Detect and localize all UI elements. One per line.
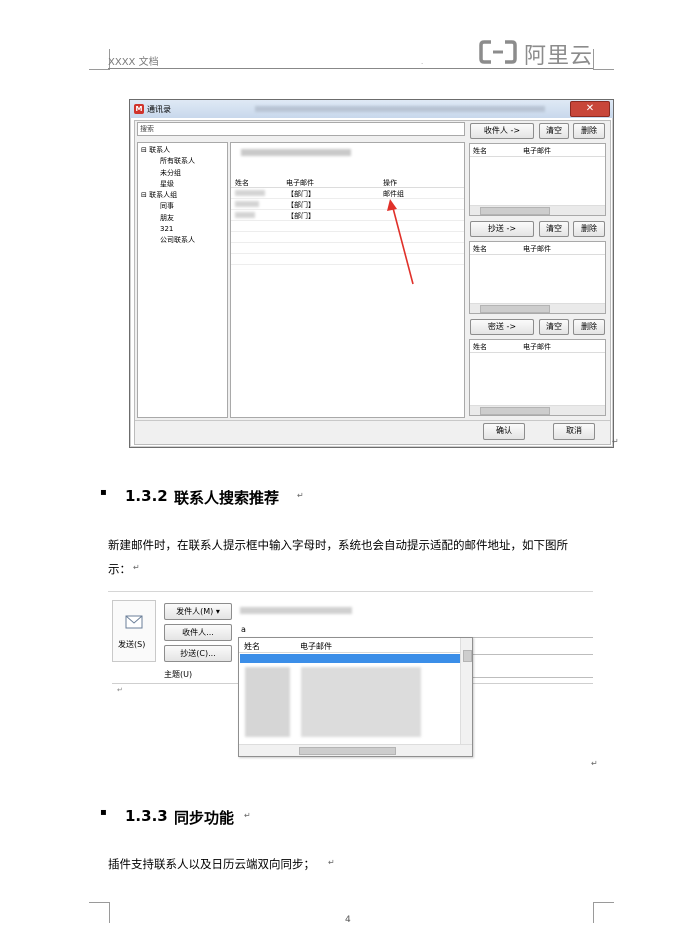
to-col-email: 电子邮件: [523, 147, 551, 155]
paragraph-mark: .: [421, 58, 424, 66]
to-col-name: 姓名: [473, 147, 487, 155]
cc-button-compose[interactable]: 抄送(C)...: [164, 645, 232, 662]
tree-item-ungrouped[interactable]: 未分组: [141, 168, 195, 179]
body-paragraph-mark: ↵: [117, 686, 123, 694]
search-input[interactable]: 搜索: [137, 122, 465, 136]
bcc-delete-button[interactable]: 删除: [573, 319, 605, 335]
cc-delete-button[interactable]: 删除: [573, 221, 605, 237]
bcc-list: 姓名 电子邮件: [469, 339, 606, 416]
cc-col-email: 电子邮件: [523, 245, 551, 253]
paragraph-mark: ↵: [244, 811, 251, 820]
dropdown-col-name: 姓名: [244, 642, 260, 651]
cc-hscrollbar[interactable]: [470, 303, 605, 313]
paragraph-mark: ↵: [297, 491, 304, 500]
to-input-value: a: [241, 625, 246, 634]
tree-group-contact-groups[interactable]: ⊟ 联系人组: [141, 190, 195, 201]
annotation-arrow-icon: [387, 199, 414, 285]
bcc-clear-button[interactable]: 清空: [539, 319, 569, 335]
to-button-compose[interactable]: 收件人...: [164, 624, 232, 641]
dropdown-col-email: 电子邮件: [300, 642, 332, 651]
blurred-emails: [301, 667, 421, 737]
dropdown-hscrollbar[interactable]: [239, 744, 472, 756]
blurred-name: [235, 190, 265, 196]
send-button[interactable]: 发送(S): [112, 600, 156, 662]
address-book-body: 搜索 ⊟ 联系人 所有联系人 未分组 星级 ⊟ 联系人组 同事 朋友 321 公…: [134, 120, 611, 445]
dropdown-selected-row[interactable]: [240, 654, 460, 663]
section-title: 同步功能: [174, 809, 235, 827]
to-button[interactable]: 收件人 ->: [470, 123, 534, 139]
crop-mark-top-left: [89, 49, 110, 70]
crop-mark-bottom-left: [89, 902, 110, 923]
tree-item-starred[interactable]: 星级: [141, 179, 195, 190]
blurred-name: [235, 201, 259, 207]
tree-item-friends[interactable]: 朋友: [141, 213, 195, 224]
ok-button[interactable]: 确认: [483, 423, 525, 440]
send-mail-icon: [125, 615, 143, 629]
contact-list: 姓名 电子邮件 操作 【部门】 邮件组 【部门】 【部门】: [230, 142, 465, 418]
tree-group-contacts[interactable]: ⊟ 联系人: [141, 145, 195, 156]
blurred-from-address: [240, 607, 352, 614]
blurred-title-text: [255, 106, 545, 112]
crop-mark-bottom-right: [593, 902, 614, 923]
paragraph-line-2: 示：: [108, 562, 131, 576]
from-button[interactable]: 发件人(M) ▾: [164, 603, 232, 620]
logo-text: 阿里云: [524, 44, 594, 69]
subject-label: 主题(U): [164, 670, 193, 679]
send-label: 发送(S): [118, 640, 146, 649]
to-clear-button[interactable]: 清空: [539, 123, 569, 139]
window-title: 通讯录: [147, 105, 171, 114]
tree-item-all-contacts[interactable]: 所有联系人: [141, 156, 195, 167]
header-rule: [108, 68, 593, 69]
bcc-col-name: 姓名: [473, 343, 487, 351]
bcc-button[interactable]: 密送 ->: [470, 319, 534, 335]
section-title: 联系人搜索推荐: [174, 489, 280, 507]
to-list: 姓名 电子邮件: [469, 143, 606, 216]
cc-list: 姓名 电子邮件: [469, 241, 606, 314]
cc-clear-button[interactable]: 清空: [539, 221, 569, 237]
bullet: ▪: [100, 487, 107, 498]
hscroll-thumb[interactable]: [299, 747, 396, 755]
blurred-group-name: [241, 149, 351, 156]
tree-item-colleagues[interactable]: 同事: [141, 201, 195, 212]
paragraph: 插件支持联系人以及日历云端双向同步；: [108, 857, 315, 871]
paragraph-line-1: 新建邮件时，在联系人提示框中输入字母时，系统也会自动提示适配的邮件地址，如下图所: [108, 538, 568, 552]
paragraph-mark: ↵: [591, 759, 598, 768]
paragraph-mark: ↵: [133, 563, 140, 572]
bcc-col-email: 电子邮件: [523, 343, 551, 351]
cancel-button[interactable]: 取消: [553, 423, 595, 440]
close-button[interactable]: ✕: [570, 101, 610, 117]
compose-window: 发送(S) 发件人(M) ▾ 收件人... 抄送(C)... 主题(U) a ↵…: [108, 591, 593, 770]
blurred-name: [235, 212, 255, 218]
section-number: 1.3.2: [125, 487, 168, 505]
to-delete-button[interactable]: 删除: [573, 123, 605, 139]
tree-item-company-contacts[interactable]: 公司联系人: [141, 235, 195, 246]
bcc-hscrollbar[interactable]: [470, 405, 605, 415]
to-hscrollbar[interactable]: [470, 205, 605, 215]
search-placeholder: 搜索: [140, 125, 154, 133]
paragraph-mark: ↵: [328, 858, 335, 867]
paragraph-mark: ↵: [612, 437, 619, 446]
address-book-window: M 通讯录 ✕ 搜索 ⊟ 联系人 所有联系人 未分组 星级 ⊟ 联系人组 同事 …: [129, 99, 614, 448]
app-icon: M: [134, 104, 144, 114]
dropdown-vscrollbar[interactable]: [460, 638, 472, 744]
autocomplete-dropdown[interactable]: 姓名 电子邮件: [238, 637, 473, 757]
doc-title: XXXX 文档: [108, 57, 159, 68]
vscroll-thumb[interactable]: [463, 650, 472, 662]
address-book-titlebar: M 通讯录 ✕: [130, 100, 613, 118]
contact-tree: ⊟ 联系人 所有联系人 未分组 星级 ⊟ 联系人组 同事 朋友 321 公司联系…: [137, 142, 228, 418]
to-input[interactable]: a: [238, 623, 593, 638]
cc-col-name: 姓名: [473, 245, 487, 253]
page-number: 4: [345, 915, 351, 925]
aliyun-logo-icon: [479, 40, 517, 64]
cc-button[interactable]: 抄送 ->: [470, 221, 534, 237]
crop-mark-top-right: [593, 49, 614, 70]
bullet: ▪: [100, 807, 107, 818]
section-number: 1.3.3: [125, 807, 168, 825]
tree-item-321[interactable]: 321: [141, 224, 195, 235]
blurred-names: [245, 667, 290, 737]
